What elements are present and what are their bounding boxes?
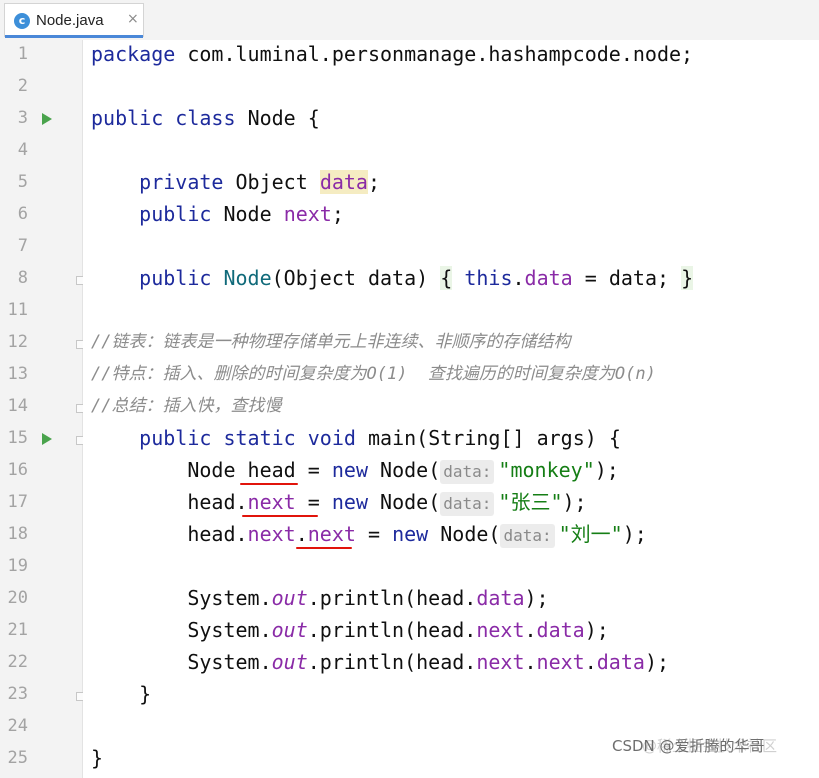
code-comment: //链表：链表是一种物理存储单元上非连续、非顺序的存储结构 — [91, 332, 571, 352]
line-number: 7 — [17, 236, 28, 256]
line-number: 12 — [7, 332, 28, 352]
line-number: 4 — [17, 140, 28, 160]
code-line: public Node next; — [139, 202, 344, 226]
code-line: public class Node { — [91, 106, 320, 130]
line-number: 22 — [7, 652, 28, 672]
code-line: private Object data; — [139, 170, 381, 194]
code-line: head.next = new Node(data: "张三"); — [187, 490, 587, 516]
line-number: 21 — [7, 620, 28, 640]
code-line: System.out.println(head.next.next.data); — [187, 650, 670, 674]
param-hint: data: — [440, 460, 495, 484]
line-number: 8 — [17, 268, 28, 288]
param-hint: data: — [440, 492, 495, 516]
code-line: public Node(Object data) { this.data = d… — [139, 266, 694, 290]
param-hint: data: — [500, 524, 555, 548]
line-number: 17 — [7, 492, 28, 512]
line-number: 1 — [17, 44, 28, 64]
code-line: } — [139, 682, 152, 706]
line-number: 23 — [7, 684, 28, 704]
code-line: public static void main(String[] args) { — [139, 426, 621, 450]
line-number: 13 — [7, 364, 28, 384]
run-class-icon[interactable] — [42, 113, 52, 125]
code-comment: //总结：插入快，查找慢 — [91, 396, 282, 416]
line-number: 15 — [7, 428, 28, 448]
line-number: 19 — [7, 556, 28, 576]
line-number: 25 — [7, 748, 28, 768]
tab-node-java[interactable]: c Node.java × — [4, 3, 144, 38]
active-tab-indicator — [5, 35, 143, 38]
code-comment: //特点：插入、删除的时间复杂度为O(1) 查找遍历的时间复杂度为O(n) — [91, 364, 656, 384]
editor-tab-bar: c Node.java × — [0, 0, 819, 41]
red-underline — [242, 515, 318, 517]
line-number: 2 — [17, 76, 28, 96]
editor-gutter: 1 2 3 4 5 6 7 8 11 12 13 14 15 16 17 18 … — [0, 40, 85, 778]
line-number: 5 — [17, 172, 28, 192]
java-class-icon: c — [14, 13, 30, 29]
close-icon[interactable]: × — [127, 11, 139, 27]
line-number: 14 — [7, 396, 28, 416]
line-number: 20 — [7, 588, 28, 608]
code-line: Node head = new Node(data: "monkey"); — [187, 458, 619, 484]
red-underline — [240, 483, 298, 485]
csdn-watermark: CSDN @爱折腾的华哥 — [612, 737, 765, 755]
code-line: System.out.println(head.data); — [187, 586, 549, 610]
code-line: } — [91, 746, 104, 770]
code-line: head.next.next = new Node(data: "刘一"); — [187, 522, 647, 548]
line-number: 16 — [7, 460, 28, 480]
line-number: 18 — [7, 524, 28, 544]
line-number: 6 — [17, 204, 28, 224]
red-underline — [296, 547, 352, 549]
run-main-icon[interactable] — [42, 433, 52, 445]
line-number: 11 — [7, 300, 28, 320]
tab-label: Node.java — [36, 12, 104, 29]
code-line: System.out.println(head.next.data); — [187, 618, 609, 642]
code-line: package com.luminal.personmanage.hashamp… — [91, 42, 694, 66]
line-number: 3 — [17, 108, 28, 128]
line-number: 24 — [7, 716, 28, 736]
